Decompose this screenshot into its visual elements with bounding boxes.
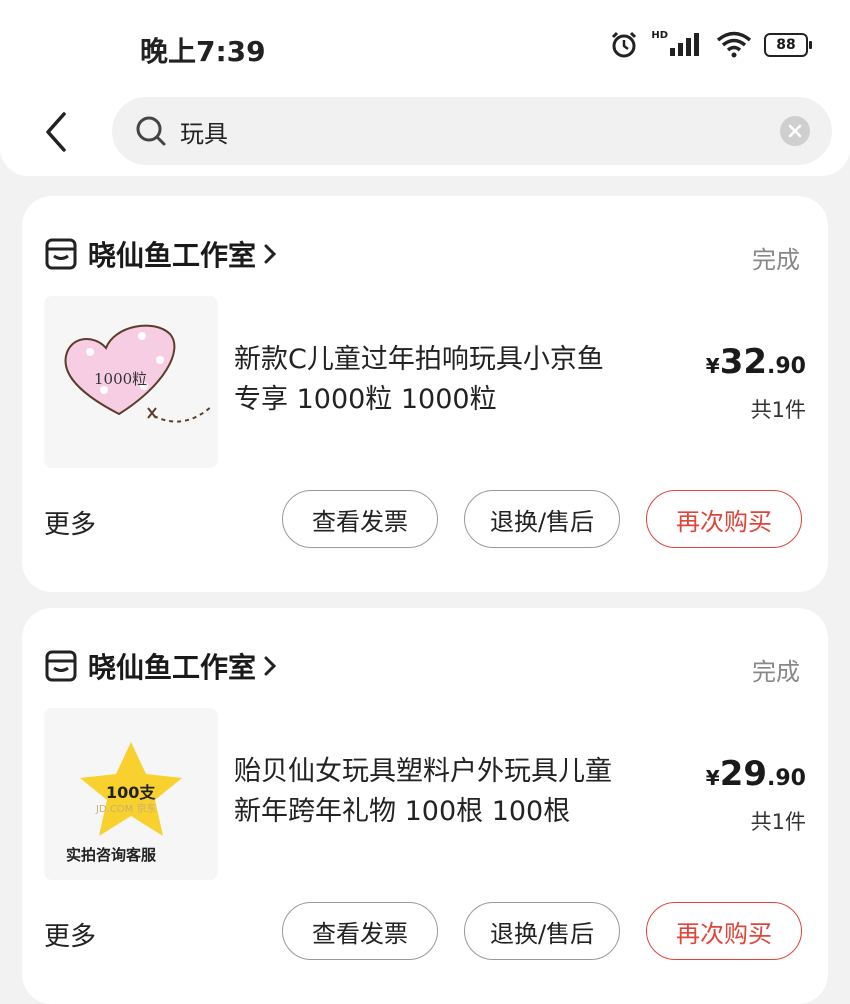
order-card[interactable]: 晓仙鱼工作室 完成 100支 JD.COM 京东 实拍咨询客服 贻贝仙女玩具塑料… [22,608,828,1004]
chevron-right-icon [264,244,277,264]
return-aftersale-button[interactable]: 退换/售后 [464,490,620,548]
product-image[interactable]: 100支 JD.COM 京东 实拍咨询客服 [44,708,218,880]
product-title[interactable]: 新款C儿童过年拍响玩具小京鱼 专享 1000粒 1000粒 [234,340,674,420]
price-decimal: .90 [767,354,806,379]
shop-icon [45,650,77,682]
search-icon [136,116,166,146]
shop-icon [45,238,77,270]
search-input[interactable] [178,116,742,146]
watermark-text: JD.COM 京东 [95,802,157,815]
top-bar: 晚上7:39 HD 88 [0,0,850,176]
heart-label: 1000粒 [94,370,147,388]
product-price: ¥29.90 [706,754,806,794]
view-invoice-button[interactable]: 查看发票 [282,902,438,960]
wifi-icon [716,31,752,58]
order-status: 完成 [752,658,800,686]
more-link[interactable]: 更多 [44,504,96,541]
price-decimal: .90 [767,766,806,791]
battery-indicator: 88 [764,33,812,57]
currency-symbol: ¥ [705,354,720,378]
shop-link[interactable]: 晓仙鱼工作室 [44,236,278,272]
order-card[interactable]: 晓仙鱼工作室 完成 1000粒 新款C儿童过年拍响玩具小京鱼 专享 1000粒 … [22,196,828,592]
clear-icon[interactable] [780,116,810,146]
close-icon [788,124,802,138]
return-aftersale-button[interactable]: 退换/售后 [464,902,620,960]
chevron-right-icon [264,656,277,676]
shop-name: 晓仙鱼工作室 [88,651,257,684]
product-title[interactable]: 贻贝仙女玩具塑料户外玩具儿童 新年跨年礼物 100根 100根 [234,752,674,832]
back-icon[interactable] [38,108,74,156]
product-price: ¥32.90 [706,342,806,382]
view-invoice-button[interactable]: 查看发票 [282,490,438,548]
buy-again-button[interactable]: 再次购买 [646,902,802,960]
alarm-icon [612,31,637,58]
battery-level: 88 [776,37,796,53]
order-status: 完成 [752,246,800,274]
shop-link[interactable]: 晓仙鱼工作室 [44,648,278,684]
search-bar[interactable] [112,97,832,165]
more-link[interactable]: 更多 [44,916,96,953]
network-hd-label: HD [651,29,668,41]
item-count: 共1件 [750,810,806,834]
buy-again-button[interactable]: 再次购买 [646,490,802,548]
signal-icon [670,33,699,56]
star-label: 100支 [106,783,156,802]
heart-image: 1000粒 [64,324,213,423]
product-image[interactable]: 1000粒 [44,296,218,468]
status-time: 晚上7:39 [140,35,266,68]
item-count: 共1件 [750,398,806,422]
price-integer: 29 [719,754,768,794]
image-caption: 实拍咨询客服 [66,846,157,864]
price-integer: 32 [719,342,768,382]
currency-symbol: ¥ [705,766,720,790]
status-icons: HD 88 [609,29,812,60]
shop-name: 晓仙鱼工作室 [88,239,257,272]
star-image: 100支 JD.COM 京东 实拍咨询客服 [66,742,182,864]
